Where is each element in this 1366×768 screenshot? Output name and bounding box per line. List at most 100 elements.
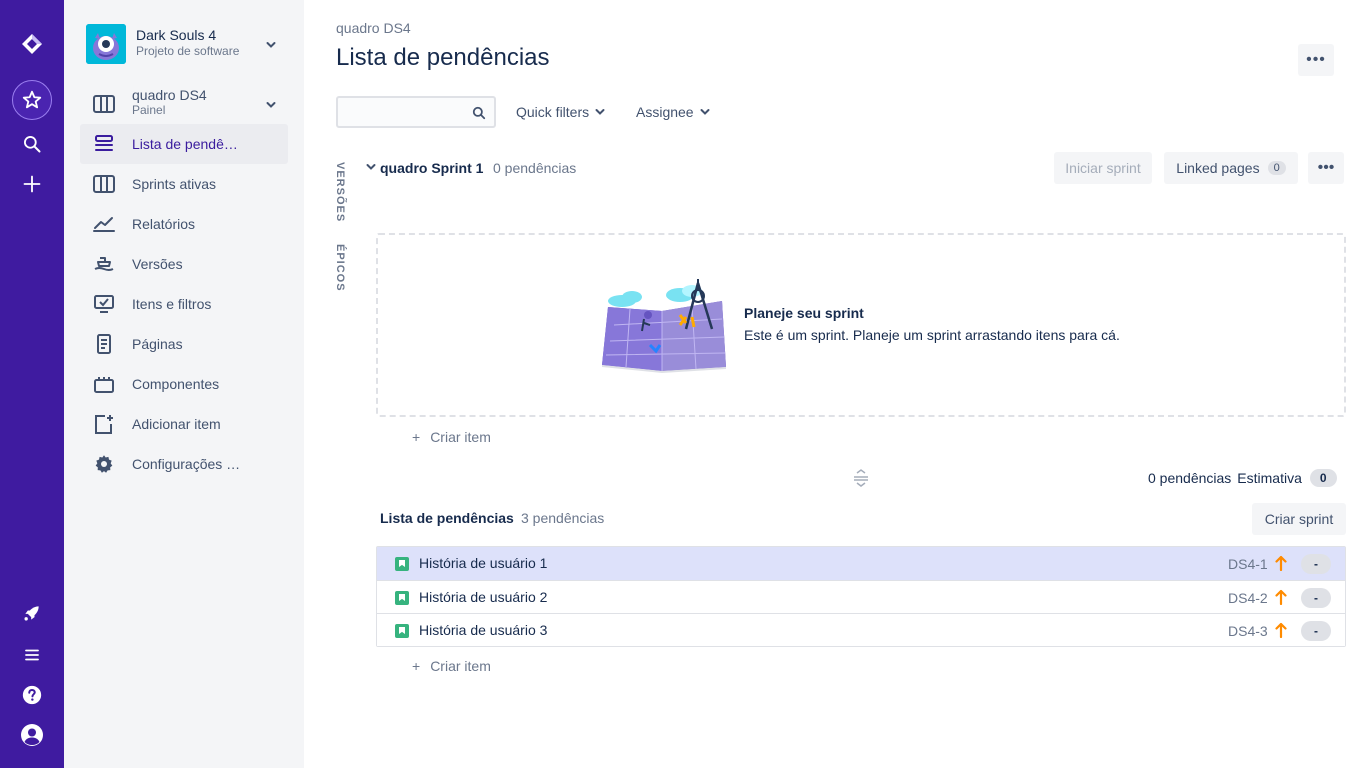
linked-pages-count: 0: [1267, 161, 1286, 175]
plus-icon[interactable]: [12, 164, 52, 204]
sidebar-item-label: Lista de pendê…: [132, 136, 238, 152]
assignee-dropdown[interactable]: Assignee: [636, 100, 710, 124]
sidebar-item-active-sprints[interactable]: Sprints ativas: [80, 164, 288, 204]
sidebar-item-components[interactable]: Componentes: [80, 364, 288, 404]
project-switcher[interactable]: Dark Souls 4 Projeto de software: [86, 24, 286, 64]
more-actions-button[interactable]: •••: [1298, 44, 1334, 76]
chevron-down-icon[interactable]: [366, 162, 376, 172]
story-icon: [395, 591, 409, 605]
quick-filters-dropdown[interactable]: Quick filters: [516, 100, 605, 124]
help-icon[interactable]: [12, 675, 52, 715]
search-icon[interactable]: [12, 124, 52, 164]
gear-icon: [92, 454, 116, 474]
table-row[interactable]: História de usuário 2 DS4-2 -: [377, 580, 1345, 613]
sprint-more-button[interactable]: •••: [1308, 152, 1344, 184]
sidebar-item-issues[interactable]: Itens e filtros: [80, 284, 288, 324]
breadcrumb[interactable]: quadro DS4: [336, 20, 411, 36]
sidebar-item-settings[interactable]: Configurações …: [80, 444, 288, 484]
search-icon: [472, 106, 486, 120]
project-sidebar: Dark Souls 4 Projeto de software quadro …: [64, 0, 304, 768]
story-icon: [395, 624, 409, 638]
priority-high-icon: [1275, 589, 1287, 605]
resize-handle-icon[interactable]: [852, 469, 870, 487]
epics-panel-tab[interactable]: ÉPICOS: [334, 244, 346, 292]
board-type: Painel: [132, 103, 166, 117]
menu-icon[interactable]: [12, 635, 52, 675]
sidebar-item-label: Versões: [132, 256, 183, 272]
sidebar-item-backlog[interactable]: Lista de pendê…: [80, 124, 288, 164]
sidebar-nav: Lista de pendê… Sprints ativas Relatório…: [80, 124, 288, 484]
sidebar-item-label: Configurações …: [132, 456, 241, 472]
story-icon: [395, 557, 409, 571]
sprint-planning-illustration: [602, 279, 726, 373]
issue-key[interactable]: DS4-1: [1228, 556, 1268, 572]
start-sprint-button[interactable]: Iniciar sprint: [1054, 152, 1152, 184]
chevron-down-icon: [595, 109, 605, 115]
board-switcher[interactable]: quadro DS4 Painel: [80, 84, 288, 124]
table-row[interactable]: História de usuário 1 DS4-1 -: [377, 547, 1345, 580]
backlog-title: Lista de pendências: [380, 510, 514, 526]
sprint-dropzone[interactable]: Planeje seu sprint Este é um sprint. Pla…: [376, 233, 1346, 417]
plus-icon: +: [412, 429, 421, 445]
sidebar-item-reports[interactable]: Relatórios: [80, 204, 288, 244]
sidebar-item-label: Adicionar item: [132, 416, 221, 432]
priority-high-icon: [1275, 622, 1287, 638]
issues-icon: [92, 294, 116, 314]
issue-key[interactable]: DS4-2: [1228, 590, 1268, 606]
sprint-summary: 0 pendências Estimativa 0: [1148, 468, 1337, 488]
search-input[interactable]: [338, 98, 468, 126]
chevron-down-icon: [700, 109, 710, 115]
estimate-badge[interactable]: -: [1301, 554, 1331, 574]
ship-icon: [92, 254, 116, 274]
assignee-label: Assignee: [636, 104, 694, 120]
sprint-summary-count: 0 pendências: [1148, 470, 1232, 486]
search-field[interactable]: [336, 96, 496, 128]
global-nav: [0, 0, 64, 768]
estimate-badge[interactable]: -: [1301, 621, 1331, 641]
issue-key[interactable]: DS4-3: [1228, 623, 1268, 639]
main-content: quadro DS4 Lista de pendências ••• Quick…: [304, 0, 1366, 768]
page-icon: [92, 334, 116, 354]
plus-icon: +: [412, 658, 421, 674]
sprint-header: quadro Sprint 1 0 pendências Iniciar spr…: [366, 152, 1346, 184]
issue-summary: História de usuário 1: [419, 555, 548, 571]
add-item-icon: [92, 414, 116, 434]
page-title: Lista de pendências: [336, 44, 550, 71]
sidebar-item-label: Itens e filtros: [132, 296, 212, 312]
empty-sprint-text: Este é um sprint. Planeje um sprint arra…: [744, 327, 1120, 343]
backlog-issue-count: 3 pendências: [521, 510, 605, 526]
chevron-down-icon: [266, 102, 276, 108]
backlog-create-item-button[interactable]: + Criar item: [412, 658, 491, 674]
issue-summary: História de usuário 2: [419, 589, 548, 605]
table-row[interactable]: História de usuário 3 DS4-3 -: [377, 613, 1345, 646]
board-name: quadro DS4: [132, 87, 207, 103]
sidebar-item-releases[interactable]: Versões: [80, 244, 288, 284]
empty-sprint-title: Planeje seu sprint: [744, 305, 864, 321]
sidebar-item-label: Páginas: [132, 336, 183, 352]
rocket-icon[interactable]: [12, 593, 52, 633]
project-name: Dark Souls 4: [136, 27, 217, 43]
app-root: Dark Souls 4 Projeto de software quadro …: [0, 0, 1366, 768]
sprint-create-item-button[interactable]: + Criar item: [412, 429, 491, 445]
sidebar-item-pages[interactable]: Páginas: [80, 324, 288, 364]
linked-pages-label: Linked pages: [1176, 160, 1260, 176]
project-type: Projeto de software: [136, 44, 240, 58]
versions-panel-tab[interactable]: VERSÕES: [334, 162, 346, 222]
sprint-issue-count: 0 pendências: [493, 160, 577, 176]
priority-high-icon: [1275, 555, 1287, 571]
linked-pages-button[interactable]: Linked pages 0: [1164, 152, 1298, 184]
component-icon: [92, 374, 116, 394]
sidebar-item-add-item[interactable]: Adicionar item: [80, 404, 288, 444]
estimate-badge[interactable]: -: [1301, 588, 1331, 608]
sprint-name: quadro Sprint 1: [380, 160, 484, 176]
jira-logo-icon[interactable]: [12, 24, 52, 64]
chart-icon: [92, 214, 116, 234]
sidebar-item-label: Sprints ativas: [132, 176, 217, 192]
sidebar-item-label: Relatórios: [132, 216, 196, 232]
project-avatar: [86, 24, 126, 64]
create-item-label: Criar item: [430, 658, 491, 674]
star-icon[interactable]: [12, 80, 52, 120]
create-sprint-button[interactable]: Criar sprint: [1252, 503, 1346, 535]
estimate-label: Estimativa: [1237, 470, 1302, 486]
user-icon[interactable]: [12, 715, 52, 755]
